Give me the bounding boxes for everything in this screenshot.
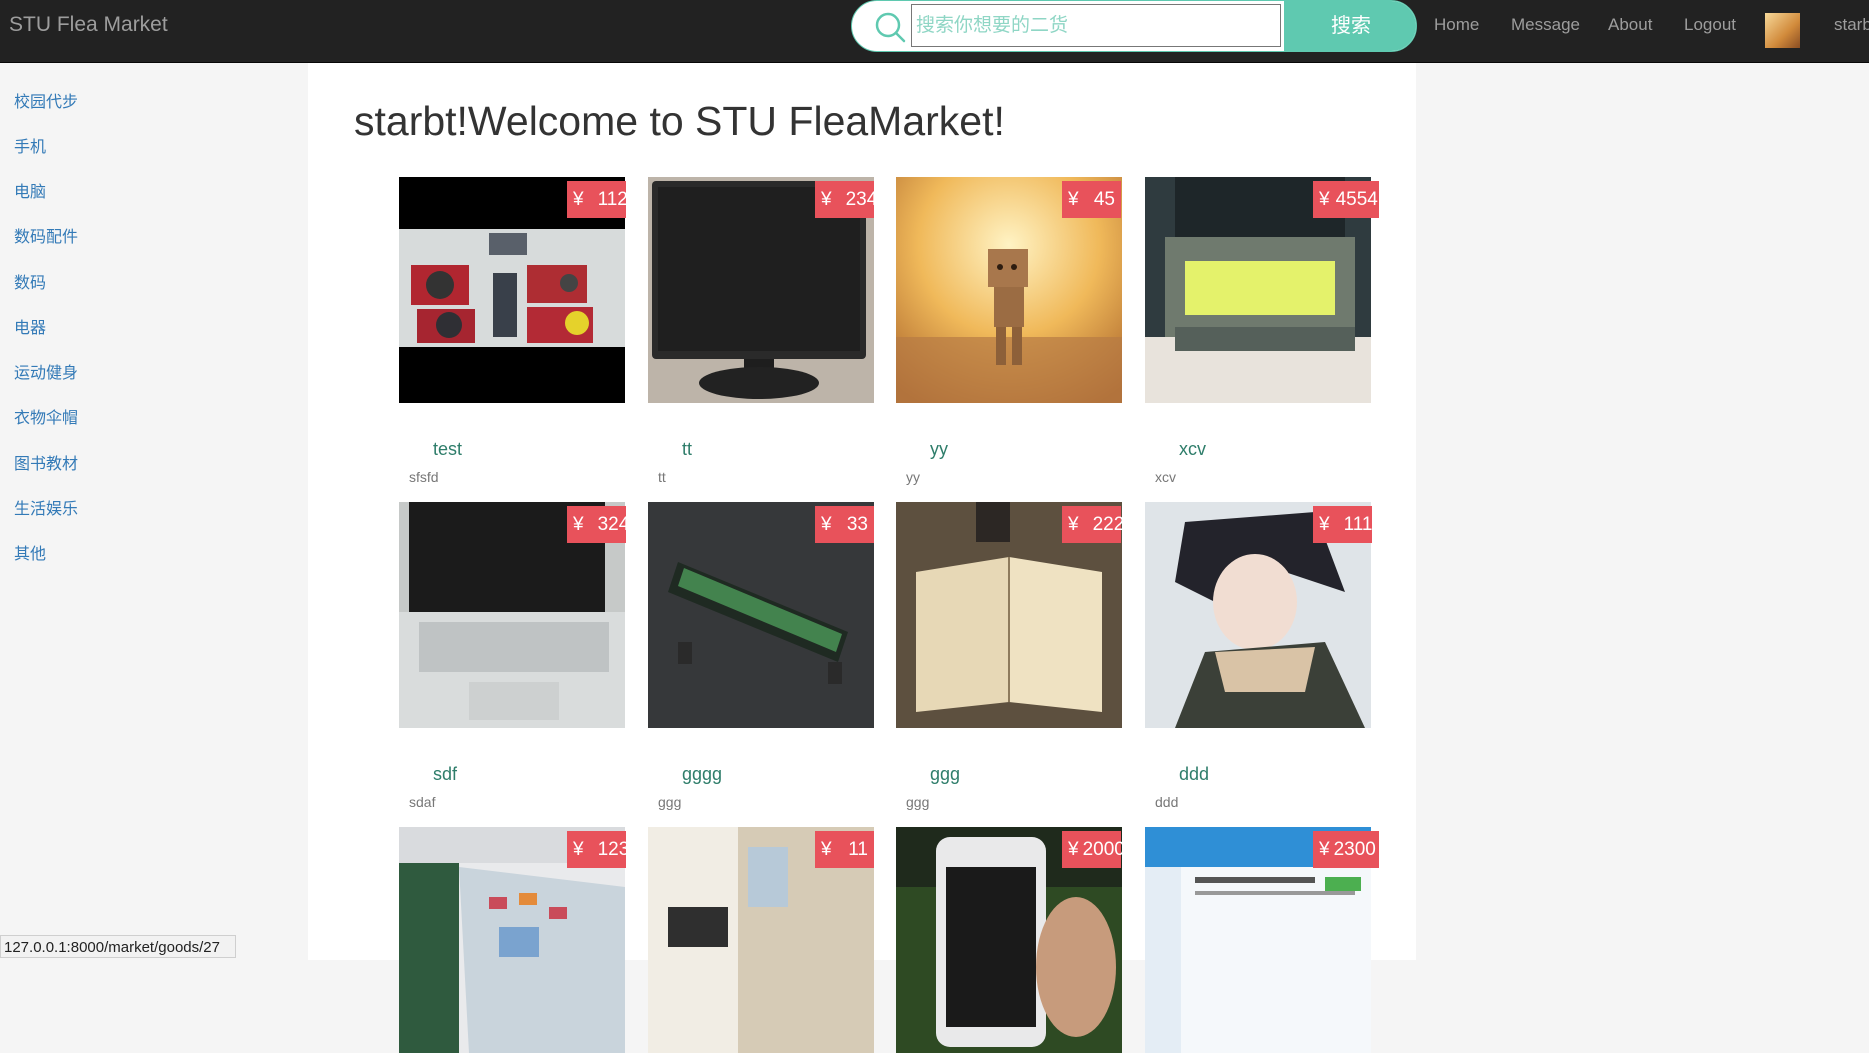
price-currency: ¥ xyxy=(1319,514,1330,535)
sidebar-item-phones[interactable]: 手机 xyxy=(14,133,46,157)
search-input[interactable] xyxy=(911,4,1281,47)
goods-name-link[interactable]: gggg xyxy=(682,764,722,785)
search-bar: 搜索 xyxy=(851,0,1417,52)
price-tag: ¥ 234 xyxy=(815,181,877,218)
goods-description: sfsfd xyxy=(409,469,439,485)
price-tag: ¥ 123 xyxy=(567,831,629,868)
sidebar-item-appliances[interactable]: 电器 xyxy=(14,314,46,338)
goods-description: ggg xyxy=(906,794,930,810)
sidebar-item-transport[interactable]: 校园代步 xyxy=(14,88,78,112)
page-title: starbt!Welcome to STU FleaMarket! xyxy=(354,98,1005,144)
price-currency: ¥ xyxy=(1068,189,1079,210)
price-value: 222 xyxy=(1092,514,1125,535)
main-content: starbt!Welcome to STU FleaMarket! ¥ 112 … xyxy=(308,63,1416,1053)
status-bar-url: 127.0.0.1:8000/market/goods/27 xyxy=(0,935,236,958)
goods-description: ddd xyxy=(1155,794,1179,810)
goods-description: ggg xyxy=(658,794,682,810)
sidebar-item-digital[interactable]: 数码 xyxy=(14,269,46,293)
price-value: 11 xyxy=(848,839,868,860)
price-tag: ¥ 2000 xyxy=(1062,831,1125,868)
nav-about-link[interactable]: About xyxy=(1608,15,1652,35)
nav-username-link[interactable]: starbt xyxy=(1834,15,1869,35)
price-tag: ¥ 45 xyxy=(1062,181,1121,218)
nav-home-link[interactable]: Home xyxy=(1434,15,1479,35)
price-value: 4554 xyxy=(1335,189,1378,210)
sidebar-item-books[interactable]: 图书教材 xyxy=(14,450,78,474)
price-tag: ¥ 11 xyxy=(815,831,874,868)
price-value: 33 xyxy=(846,514,868,535)
goods-name-link[interactable]: yy xyxy=(930,439,948,460)
goods-name-link[interactable]: ddd xyxy=(1179,764,1209,785)
price-value: 112 xyxy=(597,189,628,210)
goods-name-link[interactable]: tt xyxy=(682,439,692,460)
price-currency: ¥ xyxy=(1068,514,1079,535)
goods-description: sdaf xyxy=(409,794,436,810)
sidebar-item-clothing[interactable]: 衣物伞帽 xyxy=(14,404,78,428)
sidebar-item-other[interactable]: 其他 xyxy=(14,540,46,564)
price-tag: ¥ 112 xyxy=(567,181,628,218)
goods-name-link[interactable]: xcv xyxy=(1179,439,1206,460)
price-currency: ¥ xyxy=(573,189,584,210)
nav-logout-link[interactable]: Logout xyxy=(1684,15,1736,35)
goods-name-link[interactable]: ggg xyxy=(930,764,960,785)
nav-message-link[interactable]: Message xyxy=(1511,15,1580,35)
goods-name-link[interactable]: test xyxy=(433,439,462,460)
goods-description: xcv xyxy=(1155,469,1176,485)
goods-description: yy xyxy=(906,469,920,485)
price-tag: ¥ 324 xyxy=(567,506,629,543)
sidebar-item-computers[interactable]: 电脑 xyxy=(14,178,46,202)
sidebar-item-entertainment[interactable]: 生活娱乐 xyxy=(14,495,78,519)
price-value: 2000 xyxy=(1082,839,1125,860)
price-value: 234 xyxy=(845,189,878,210)
price-tag: ¥ 222 xyxy=(1062,506,1124,543)
sidebar-item-sports[interactable]: 运动健身 xyxy=(14,359,78,383)
price-tag: ¥ 2300 xyxy=(1313,831,1379,868)
search-icon xyxy=(875,12,906,43)
price-currency: ¥ xyxy=(1319,189,1330,210)
brand-link[interactable]: STU Flea Market xyxy=(9,13,168,37)
price-currency: ¥ xyxy=(573,514,584,535)
price-currency: ¥ xyxy=(573,839,584,860)
price-tag: ¥ 4554 xyxy=(1313,181,1379,218)
price-value: 324 xyxy=(597,514,630,535)
price-value: 2300 xyxy=(1333,839,1376,860)
user-avatar[interactable] xyxy=(1765,13,1800,48)
price-currency: ¥ xyxy=(1319,839,1330,860)
sidebar-item-digital-accessories[interactable]: 数码配件 xyxy=(14,223,78,247)
search-button[interactable]: 搜索 xyxy=(1284,1,1416,51)
goods-name-link[interactable]: sdf xyxy=(433,764,457,785)
price-value: 123 xyxy=(597,839,630,860)
category-sidebar: 校园代步 手机 电脑 数码配件 数码 电器 运动健身 衣物伞帽 图书教材 生活娱… xyxy=(0,63,308,960)
price-currency: ¥ xyxy=(1068,839,1079,860)
goods-description: tt xyxy=(658,469,666,485)
price-currency: ¥ xyxy=(821,514,832,535)
price-currency: ¥ xyxy=(821,189,832,210)
price-value: 111 xyxy=(1343,514,1373,535)
price-tag: ¥ 33 xyxy=(815,506,874,543)
price-tag: ¥ 111 xyxy=(1313,506,1372,543)
price-value: 45 xyxy=(1093,189,1115,210)
top-navbar: STU Flea Market 搜索 Home Message About Lo… xyxy=(0,0,1869,63)
price-currency: ¥ xyxy=(821,839,832,860)
